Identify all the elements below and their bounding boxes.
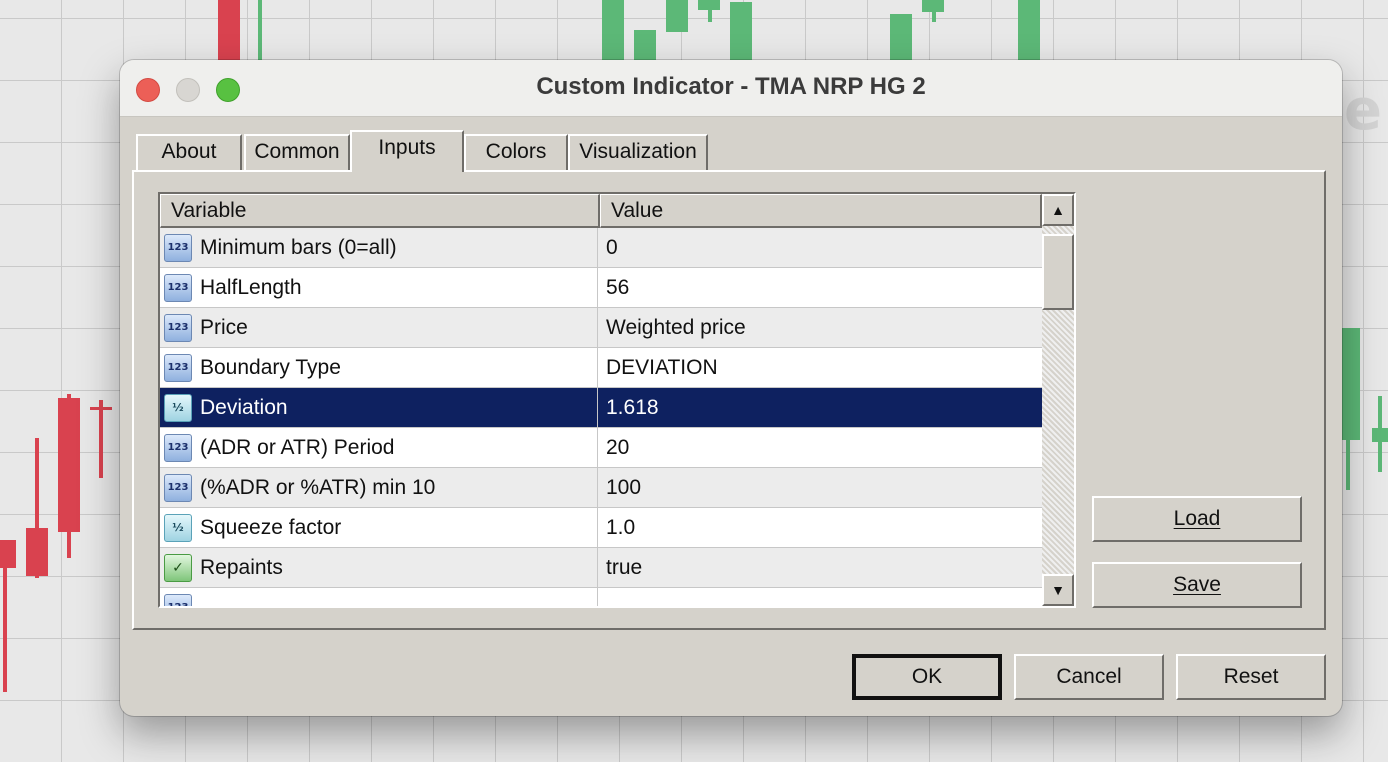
- ok-button[interactable]: OK: [852, 654, 1002, 700]
- candle: [35, 438, 39, 578]
- column-header-value[interactable]: Value: [600, 194, 1042, 228]
- ok-button-label: OK: [911, 665, 943, 688]
- variable-cell: Squeeze factor: [200, 516, 342, 539]
- variable-cell: (ADR or ATR) Period: [200, 436, 395, 459]
- double-icon: ½: [164, 514, 192, 542]
- scroll-up-icon[interactable]: ▲: [1042, 194, 1074, 226]
- variable-cell: (%ADR or %ATR) min 10: [200, 476, 436, 499]
- candle: [932, 0, 936, 22]
- variable-cell: Deviation: [200, 396, 288, 419]
- variable-cell: Boundary Type: [200, 356, 341, 379]
- column-header-variable-label: Variable: [171, 199, 247, 222]
- variable-cell: Minimum bars (0=all): [200, 236, 397, 259]
- column-header-value-label: Value: [611, 199, 664, 222]
- scroll-down-icon[interactable]: ▼: [1042, 574, 1074, 606]
- variable-cell: Repaints: [200, 556, 283, 579]
- value-cell[interactable]: Weighted price: [606, 316, 746, 340]
- tab-about-label: About: [161, 140, 217, 163]
- tab-inputs[interactable]: Inputs: [350, 130, 464, 172]
- tab-visualization-label: Visualization: [579, 140, 697, 163]
- column-header-variable[interactable]: Variable: [160, 194, 600, 228]
- table-row[interactable]: ½ Deviation 1.618: [160, 388, 1042, 428]
- column-divider: [597, 268, 598, 307]
- reset-button-label: Reset: [1223, 665, 1279, 688]
- value-cell[interactable]: true: [606, 556, 642, 580]
- candle: [3, 560, 7, 692]
- candle: [218, 0, 240, 62]
- candle: [890, 14, 912, 62]
- value-cell[interactable]: 1.618: [606, 396, 659, 420]
- column-divider: [597, 228, 598, 267]
- candle: [1342, 328, 1360, 440]
- table-body: 123 Minimum bars (0=all) 0 123 HalfLength 56 1…: [160, 228, 1042, 606]
- tab-about[interactable]: About: [136, 134, 242, 170]
- save-button-label: Save: [1173, 573, 1221, 596]
- column-divider: [597, 348, 598, 387]
- value-cell[interactable]: 1.0: [606, 516, 635, 540]
- column-divider: [597, 548, 598, 587]
- column-divider: [597, 308, 598, 347]
- candle: [708, 0, 712, 22]
- watermark: e: [1344, 78, 1382, 143]
- integer-icon: 123: [164, 354, 192, 382]
- vertical-scrollbar[interactable]: ▲ ▼: [1042, 194, 1074, 606]
- integer-icon: 123: [164, 474, 192, 502]
- table-row[interactable]: 123 (ADR or ATR) Period 20: [160, 428, 1042, 468]
- column-divider: [597, 508, 598, 547]
- value-cell[interactable]: 100: [606, 476, 641, 500]
- tab-inputs-label: Inputs: [378, 136, 436, 159]
- integer-icon: 123: [164, 594, 192, 606]
- candle: [67, 394, 71, 558]
- boolean-icon: ✓: [164, 554, 192, 582]
- candle: [1018, 0, 1040, 62]
- cancel-button-label: Cancel: [1056, 665, 1122, 688]
- load-button-label: Load: [1173, 507, 1221, 530]
- candle: [666, 0, 688, 32]
- table-row[interactable]: ½ Squeeze factor 1.0: [160, 508, 1042, 548]
- window-title: Custom Indicator - TMA NRP HG 2: [536, 73, 926, 100]
- candle: [602, 0, 624, 62]
- table-row[interactable]: 123 Boundary Type DEVIATION: [160, 348, 1042, 388]
- column-divider: [597, 588, 598, 606]
- tab-colors-label: Colors: [485, 140, 547, 163]
- table-row[interactable]: 123 HalfLength 56: [160, 268, 1042, 308]
- scrollbar-thumb[interactable]: [1042, 234, 1074, 310]
- tab-visualization[interactable]: Visualization: [568, 134, 708, 170]
- integer-icon: 123: [164, 234, 192, 262]
- table-row[interactable]: 123: [160, 588, 1042, 606]
- variable-cell: HalfLength: [200, 276, 302, 299]
- title-bar: Custom Indicator - TMA NRP HG 2: [120, 60, 1342, 117]
- candle: [258, 0, 262, 62]
- load-button[interactable]: Load: [1092, 496, 1302, 542]
- candle: [1346, 430, 1350, 490]
- value-cell[interactable]: 56: [606, 276, 629, 300]
- candle: [730, 2, 752, 62]
- value-cell[interactable]: DEVIATION: [606, 356, 718, 380]
- table-row[interactable]: ✓ Repaints true: [160, 548, 1042, 588]
- inputs-table: Variable Value 123 Minimum bars (0=all) 0 1…: [158, 192, 1076, 608]
- value-cell[interactable]: 20: [606, 436, 629, 460]
- variable-cell: Price: [200, 316, 248, 339]
- table-row[interactable]: 123 Price Weighted price: [160, 308, 1042, 348]
- value-cell[interactable]: 0: [606, 236, 618, 260]
- tab-common-label: Common: [254, 140, 340, 163]
- integer-icon: 123: [164, 274, 192, 302]
- integer-icon: 123: [164, 314, 192, 342]
- candle: [99, 400, 103, 478]
- candle: [634, 30, 656, 62]
- integer-icon: 123: [164, 434, 192, 462]
- tab-colors[interactable]: Colors: [464, 134, 568, 170]
- save-button[interactable]: Save: [1092, 562, 1302, 608]
- cancel-button[interactable]: Cancel: [1014, 654, 1164, 700]
- tab-common[interactable]: Common: [244, 134, 350, 170]
- double-icon: ½: [164, 394, 192, 422]
- column-divider: [597, 468, 598, 507]
- table-row[interactable]: 123 Minimum bars (0=all) 0: [160, 228, 1042, 268]
- candle: [1378, 396, 1382, 472]
- column-divider: [597, 388, 598, 427]
- column-divider: [597, 428, 598, 467]
- table-row[interactable]: 123 (%ADR or %ATR) min 10 100: [160, 468, 1042, 508]
- reset-button[interactable]: Reset: [1176, 654, 1326, 700]
